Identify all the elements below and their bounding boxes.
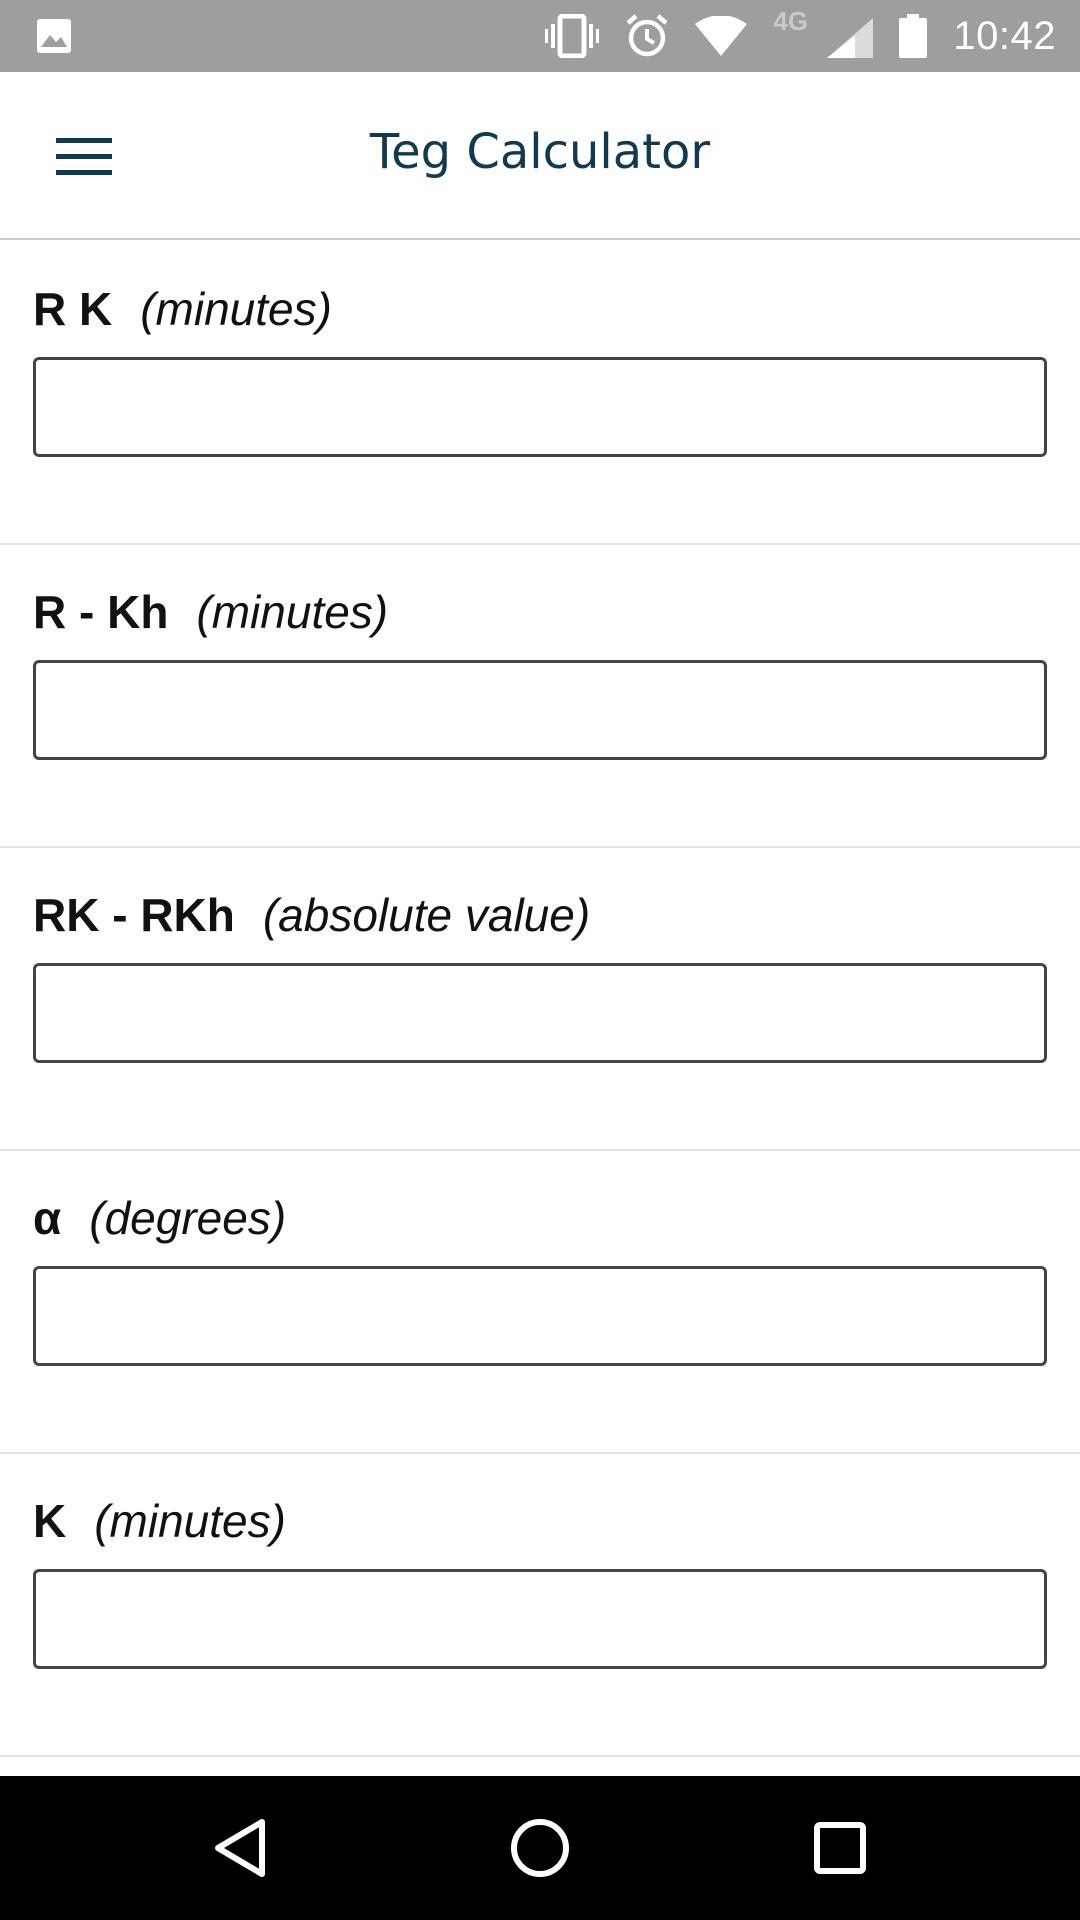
field-label: R - Kh (minutes) (33, 585, 388, 639)
navigation-bar (0, 1776, 1080, 1920)
back-icon (215, 1819, 265, 1877)
field-label: K (minutes) (33, 1494, 286, 1548)
field-label: RK - RKh (absolute value) (33, 888, 590, 942)
battery-icon (899, 14, 928, 58)
alpha-input[interactable] (33, 1266, 1047, 1366)
cell-signal: 4G (773, 0, 874, 72)
calculator-form: R K (minutes) R - Kh (minutes) RK - RKh (ab… (0, 242, 1080, 1757)
field-name: R - Kh (33, 586, 169, 638)
field-unit: (absolute value) (262, 889, 591, 941)
r-kh-input[interactable] (33, 660, 1047, 760)
field-name: R K (33, 283, 113, 335)
field-k: K (minutes) (0, 1454, 1080, 1757)
home-icon (511, 1819, 569, 1877)
field-label: α (degrees) (33, 1191, 286, 1245)
wifi-icon (695, 16, 748, 56)
field-rk-rkh: RK - RKh (absolute value) (0, 848, 1080, 1151)
cell-signal-icon (827, 18, 874, 58)
app-bar: Teg Calculator (0, 72, 1080, 240)
field-name: K (33, 1495, 67, 1547)
alarm-icon (626, 14, 668, 57)
field-unit: (minutes) (94, 1495, 286, 1547)
field-label: R K (minutes) (33, 282, 332, 336)
field-unit: (degrees) (89, 1192, 287, 1244)
field-alpha: α (degrees) (0, 1151, 1080, 1454)
recents-button[interactable] (800, 1808, 880, 1888)
status-bar: 4G 10:42 (0, 0, 1080, 72)
recents-icon (814, 1822, 866, 1874)
field-unit: (minutes) (196, 586, 389, 638)
rk-rkh-input[interactable] (33, 963, 1047, 1063)
page-title: Teg Calculator (369, 124, 711, 180)
k-input[interactable] (33, 1569, 1047, 1669)
network-type-label: 4G (773, 6, 809, 36)
clock: 10:42 (953, 13, 1056, 58)
image-icon (37, 19, 71, 53)
vibrate-icon (545, 14, 600, 58)
field-r-kh: R - Kh (minutes) (0, 545, 1080, 848)
home-button[interactable] (500, 1808, 580, 1888)
field-name: α (33, 1192, 62, 1244)
back-button[interactable] (200, 1808, 280, 1888)
field-name: RK - RKh (33, 889, 235, 941)
field-unit: (minutes) (140, 283, 332, 335)
field-rk: R K (minutes) (0, 242, 1080, 545)
rk-input[interactable] (33, 357, 1047, 457)
